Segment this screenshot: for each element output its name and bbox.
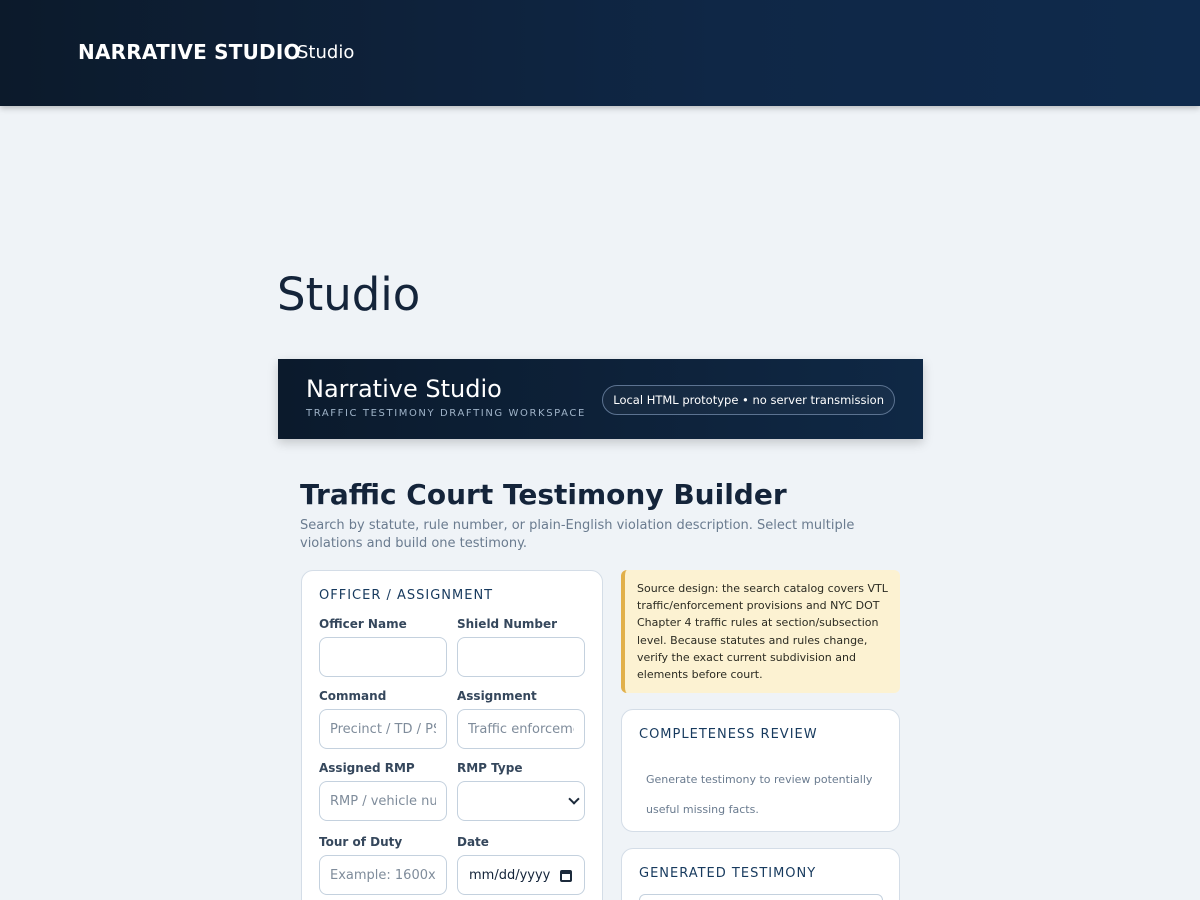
- review-card-heading: COMPLETENESS REVIEW: [639, 727, 818, 742]
- assigned-rmp-input[interactable]: [319, 781, 447, 821]
- builder-subtitle: Search by statute, rule number, or plain…: [300, 518, 855, 551]
- calendar-icon[interactable]: [560, 870, 572, 882]
- date-placeholder: mm/dd/yyyy: [469, 868, 551, 883]
- testimony-output[interactable]: [639, 894, 883, 900]
- date-label: Date: [457, 835, 489, 849]
- rmp-type-select[interactable]: [457, 781, 585, 821]
- assignment-input[interactable]: [457, 709, 585, 749]
- rmp-type-label: RMP Type: [457, 761, 523, 775]
- tour-of-duty-input[interactable]: [319, 855, 447, 895]
- command-label: Command: [319, 689, 387, 703]
- tour-of-duty-label: Tour of Duty: [319, 835, 403, 849]
- officer-card-heading: OFFICER / ASSIGNMENT: [319, 588, 494, 603]
- brand-logo[interactable]: NARRATIVE STUDIO: [78, 40, 301, 64]
- officer-name-label: Officer Name: [319, 617, 407, 631]
- officer-name-input[interactable]: [319, 637, 447, 677]
- assignment-label: Assignment: [457, 689, 537, 703]
- source-design-text: Source design: the search catalog covers…: [637, 582, 888, 682]
- top-navigation-bar: NARRATIVE STUDIO Studio: [0, 0, 1200, 106]
- generated-testimony-card: GENERATED TESTIMONY: [621, 848, 900, 900]
- review-empty-message: Generate testimony to review potentially…: [646, 773, 873, 816]
- privacy-badge: Local HTML prototype • no server transmi…: [602, 385, 895, 415]
- banner-title: Narrative Studio: [306, 375, 502, 403]
- page-title: Studio: [277, 268, 421, 321]
- assigned-rmp-label: Assigned RMP: [319, 761, 415, 775]
- officer-assignment-card: OFFICER / ASSIGNMENT Officer Name Shield…: [301, 570, 603, 900]
- shield-number-input[interactable]: [457, 637, 585, 677]
- studio-banner: Narrative Studio TRAFFIC TESTIMONY DRAFT…: [278, 359, 923, 439]
- builder-title: Traffic Court Testimony Builder: [300, 478, 787, 511]
- banner-subtitle: TRAFFIC TESTIMONY DRAFTING WORKSPACE: [306, 408, 586, 419]
- command-input[interactable]: [319, 709, 447, 749]
- shield-number-label: Shield Number: [457, 617, 558, 631]
- testimony-card-heading: GENERATED TESTIMONY: [639, 866, 817, 881]
- nav-link-studio[interactable]: Studio: [297, 42, 354, 63]
- source-design-note: Source design: the search catalog covers…: [621, 570, 900, 693]
- completeness-review-card: COMPLETENESS REVIEW Generate testimony t…: [621, 709, 900, 832]
